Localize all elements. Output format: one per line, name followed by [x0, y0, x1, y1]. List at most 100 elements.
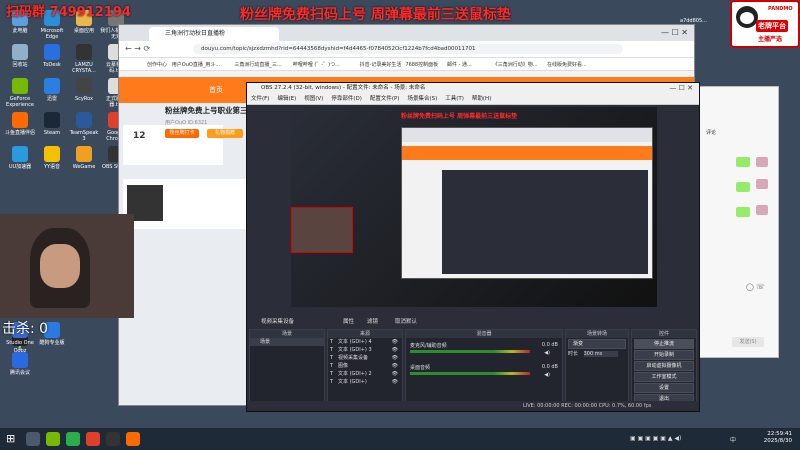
nav-home[interactable]: 首页 — [209, 85, 223, 95]
address-bar: ← → ⟳ douyu.com/topic/sjzxdzmhd?rid=6444… — [119, 41, 694, 58]
volume-meter[interactable] — [410, 372, 530, 375]
browser-tab[interactable]: 三角洲行动秋日直播粉 — [149, 27, 279, 41]
window-controls-icon[interactable]: — ☐ ✕ — [661, 28, 688, 37]
douyu-icon[interactable] — [126, 432, 140, 446]
obs-control-button[interactable]: 设置 — [634, 383, 694, 393]
panel-tab[interactable]: 视频采集设备 — [261, 317, 294, 325]
preview-nested-obs — [442, 170, 648, 274]
transition-select[interactable]: 渐变 — [568, 339, 626, 349]
obs-control-button[interactable]: 停止推流 — [634, 339, 694, 349]
clock-date: 2025/8/30 — [763, 438, 792, 444]
source-item[interactable]: T 视频采集设备 👁 — [328, 354, 402, 362]
app-icon — [44, 44, 60, 60]
room-number: 12 — [133, 131, 146, 141]
obs-preview[interactable]: 粉丝牌免费扫码上号 周弹幕最前三送鼠标垫 — [291, 107, 657, 307]
start-menu-icon[interactable]: ⊞ — [6, 432, 20, 446]
volume-meter[interactable] — [410, 350, 530, 353]
duration-input[interactable]: 300 ms — [583, 351, 618, 357]
bookmark-item[interactable]: 创作中心 — [147, 61, 167, 68]
source-label: 文本 (GDI+) — [338, 379, 367, 385]
panel-tab[interactable]: 取消默认 — [395, 317, 417, 325]
desktop-icon-label: WeGame — [72, 164, 96, 170]
obs-control-button[interactable]: 开始录制 — [634, 350, 694, 360]
scene-item[interactable]: 场景 — [250, 338, 324, 346]
room-stats: 用户OuO ID:6321 — [165, 120, 208, 126]
source-item[interactable]: T 文本 (GDI+) 4 👁 — [328, 338, 402, 346]
panel-tab[interactable]: 属性 — [343, 317, 354, 325]
ime-indicator[interactable]: 中 — [730, 435, 736, 444]
taskbar-app-icon[interactable] — [26, 432, 40, 446]
eye-icon[interactable]: 👁 — [392, 354, 398, 362]
source-item[interactable]: T 文本 (GDI+) 👁 — [328, 378, 402, 386]
taskbar-app-icon[interactable] — [46, 432, 60, 446]
obs-menu-item[interactable]: 配置文件(P) — [370, 96, 400, 102]
obs-icon[interactable] — [106, 432, 120, 446]
source-item[interactable]: T 文本 (GDI+) 2 👁 — [328, 370, 402, 378]
obs-menu-item[interactable]: 场景集合(S) — [407, 96, 437, 102]
url-input[interactable]: douyu.com/topic/sjzxdzmhd?rid=64443568dy… — [193, 44, 623, 54]
desktop-icon[interactable]: 回收站 — [4, 44, 36, 68]
eye-icon[interactable]: 👁 — [392, 362, 398, 370]
clock[interactable]: 22:59:41 2025/8/30 — [764, 431, 792, 445]
preview-webcam-source[interactable] — [291, 207, 353, 253]
eye-icon[interactable]: 👁 — [392, 346, 398, 354]
obs-menu-item[interactable]: 视图(V) — [304, 96, 323, 102]
desktop-icon[interactable]: TeamSpeak 3 — [68, 112, 100, 142]
desktop-icon[interactable]: ToDesk — [36, 44, 68, 68]
desktop-icon[interactable]: WeGame — [68, 146, 100, 170]
text-source-icon: T — [330, 379, 334, 385]
nav-arrows-icon[interactable]: ← → ⟳ — [125, 44, 150, 53]
desktop-icon-label: 回收站 — [12, 62, 28, 68]
desktop-icon[interactable]: UU加速器 — [4, 146, 36, 170]
desktop-icon[interactable]: Steam — [36, 112, 68, 136]
panel-tab[interactable]: 滤镜 — [367, 317, 378, 325]
status-text: LIVE: 00:00:00 REC: 00:00:00 CPU: 0.7%, … — [523, 403, 652, 409]
chat-tools-icon[interactable]: ◯ ☏ — [746, 283, 765, 291]
chat-bubble — [736, 182, 750, 192]
send-button[interactable]: 发送(S) — [732, 337, 764, 347]
obs-control-button[interactable]: 工作室模式 — [634, 372, 694, 382]
desktop-icon[interactable]: YY语音 — [36, 146, 68, 170]
speaker-icon[interactable]: ◀) — [544, 372, 550, 378]
desktop-icon[interactable]: 迅雷 — [36, 78, 68, 102]
source-item[interactable]: T 文本 (GDI+) 3 👁 — [328, 346, 402, 354]
obs-menu-item[interactable]: 帮助(H) — [472, 96, 491, 102]
obs-menu-item[interactable]: 工具(T) — [445, 96, 464, 102]
bookmark-item[interactable]: 邮件 - 通... — [447, 61, 472, 68]
scenes-header: 场景 — [250, 330, 324, 338]
source-item[interactable]: T 图像 👁 — [328, 362, 402, 370]
desktop-icon[interactable]: LAMZU CRYSTA... — [68, 44, 100, 74]
obs-menu-item[interactable]: 停靠部件(D) — [331, 96, 362, 102]
follow-button[interactable]: 粉丝牌打卡 — [165, 129, 199, 138]
tray-icons[interactable]: ▣ ▣ ▣ ▣ ▣ ▲ ◀) — [630, 435, 681, 442]
qq-group-overlay: 扫码群 749912194 — [6, 5, 131, 20]
desktop-icon[interactable]: ScyRox — [68, 78, 100, 102]
desktop-icon[interactable]: 腾讯会议 — [4, 352, 36, 376]
chrome-icon[interactable] — [86, 432, 100, 446]
obs-menu-item[interactable]: 文件(F) — [251, 96, 269, 102]
desktop-icon[interactable]: GeForce Experience — [4, 78, 36, 108]
bookmark-item[interactable]: 用户OuO直播_用斗... — [172, 61, 220, 68]
sources-panel: 来源 T 文本 (GDI+) 4 👁 T 文本 (GDI+) 3 👁 T 视频采集设备 👁… — [327, 329, 403, 403]
obs-menu-item[interactable]: 编辑(E) — [277, 96, 296, 102]
text-source-icon: T — [330, 371, 334, 377]
bookmark-item[interactable]: 抖音-记录美好生活 — [360, 61, 402, 68]
bookmark-item[interactable]: 在线版免费好看... — [547, 61, 587, 68]
eye-icon[interactable]: 👁 — [392, 370, 398, 378]
bookmark-item[interactable]: 《三角洲行动》物... — [493, 61, 538, 68]
speaker-icon[interactable]: ◀) — [544, 350, 550, 356]
bookmark-item[interactable]: 三角洲行动直播_三... — [234, 61, 281, 68]
obs-window-controls-icon[interactable]: — ☐ ✕ — [669, 84, 693, 92]
desktop-icon[interactable]: 斗鱼直播伴侣 — [4, 112, 36, 136]
logo-badge: 老牌平台 — [756, 20, 788, 32]
gift-button[interactable]: 礼物捐赠 — [207, 129, 243, 138]
wechat-icon[interactable] — [66, 432, 80, 446]
sources-header: 来源 — [328, 330, 402, 338]
obs-control-button[interactable]: 启动虚拟摄像机 — [634, 361, 694, 371]
eye-icon[interactable]: 👁 — [392, 378, 398, 386]
clock-time: 22:59:41 — [767, 431, 792, 437]
desktop-icon-label: UU加速器 — [8, 164, 32, 170]
bookmark-item[interactable]: 7688控制面板 — [405, 61, 438, 68]
eye-icon[interactable]: 👁 — [392, 338, 398, 346]
bookmark-item[interactable]: 哔哩哔哩 (゜-゜)つ... — [293, 61, 340, 68]
